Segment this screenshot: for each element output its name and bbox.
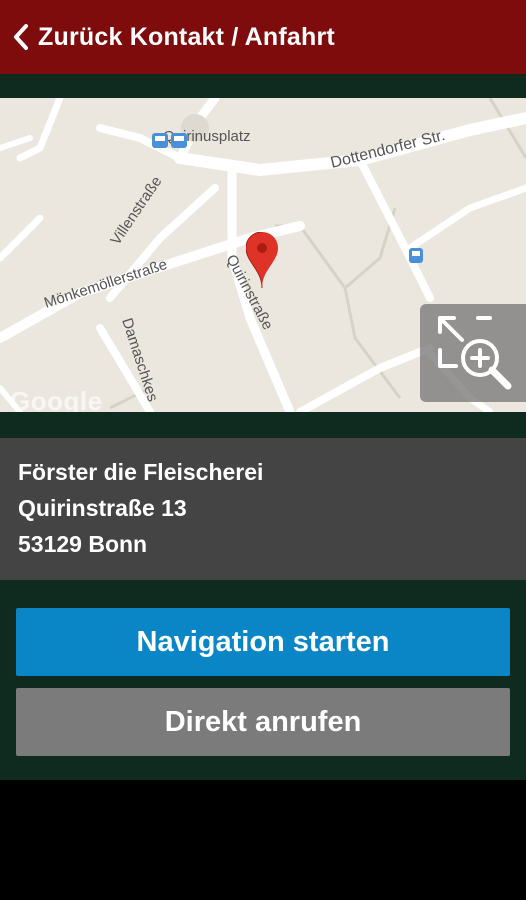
content-area: Quirinusplatz Dottendorfer Str. Villenst… (0, 74, 526, 780)
expand-zoom-icon (438, 316, 512, 390)
street-address: Quirinstraße 13 (18, 495, 187, 521)
header-bar: Zurück Kontakt / Anfahrt (0, 0, 526, 74)
start-navigation-button[interactable]: Navigation starten (16, 608, 510, 676)
map-view[interactable]: Quirinusplatz Dottendorfer Str. Villenst… (0, 98, 526, 412)
bus-stop-icon (409, 248, 423, 263)
map-pin-icon[interactable] (246, 232, 278, 290)
tram-icon (152, 133, 187, 148)
call-button[interactable]: Direkt anrufen (16, 688, 510, 756)
back-label: Zurück (38, 22, 123, 51)
chevron-left-icon (14, 24, 28, 50)
address-panel: Förster die Fleischerei Quirinstraße 13 … (0, 438, 526, 580)
header-text: Zurück Kontakt / Anfahrt (38, 23, 335, 52)
business-name: Förster die Fleischerei (18, 459, 264, 485)
app-screen: Zurück Kontakt / Anfahrt Quirinusplatz D… (0, 0, 526, 900)
google-logo: Google (10, 386, 103, 412)
city-address: 53129 Bonn (18, 531, 148, 557)
map-zoom-button[interactable] (420, 304, 526, 402)
page-title: Kontakt / Anfahrt (129, 22, 335, 51)
back-button[interactable]: Zurück Kontakt / Anfahrt (0, 0, 335, 74)
